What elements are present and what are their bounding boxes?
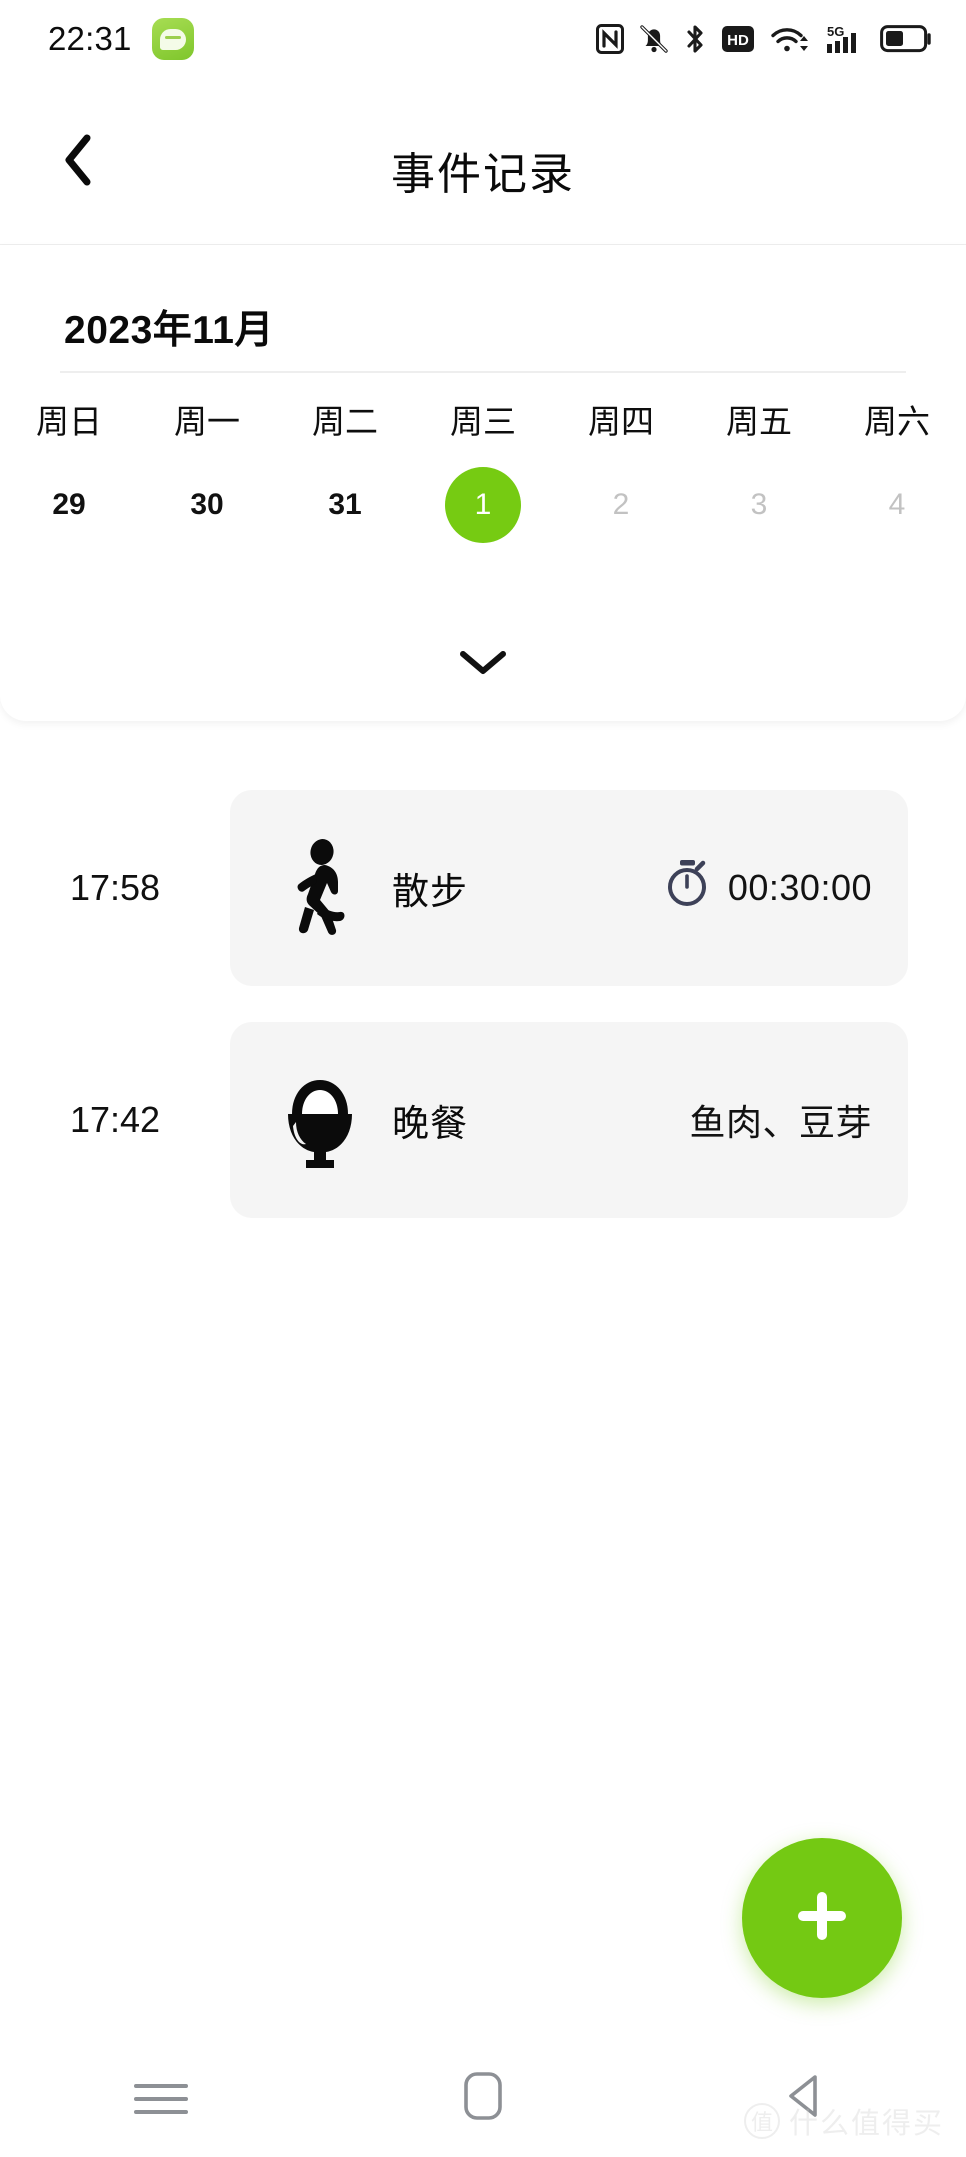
event-card[interactable]: 晚餐 鱼肉、豆芽 xyxy=(230,1022,908,1218)
event-name: 散步 xyxy=(392,871,468,912)
recents-icon xyxy=(134,2075,188,2123)
event-list-item: 17:58 散步 00:30:00 xyxy=(0,790,966,986)
calendar-card: 2023年11月 周日 周一 周二 周三 周四 周五 周六 29 30 31 1… xyxy=(0,245,966,721)
home-button[interactable] xyxy=(322,2068,644,2129)
chevron-down-icon xyxy=(455,645,511,684)
system-navigation-bar xyxy=(0,2040,966,2157)
calendar-day-selected[interactable]: 1 xyxy=(445,467,521,543)
calendar-day[interactable]: 2 xyxy=(583,467,659,543)
calendar-day[interactable]: 4 xyxy=(859,467,935,543)
calendar-day-cell[interactable]: 2 xyxy=(552,457,690,553)
event-name: 晚餐 xyxy=(392,1103,468,1144)
calendar-day-cell[interactable]: 3 xyxy=(690,457,828,553)
status-bar: 22:31 HD 5G xyxy=(0,0,966,78)
event-time: 17:58 xyxy=(69,867,161,908)
app-bar: 事件记录 xyxy=(0,78,966,245)
food-bowl-icon xyxy=(274,1070,366,1170)
event-meta: 鱼肉、豆芽 xyxy=(468,1094,872,1146)
weekday-header: 周二 xyxy=(312,403,378,440)
home-icon xyxy=(460,2068,506,2129)
calendar-day-cell[interactable]: 29 xyxy=(0,457,138,553)
status-bar-right: HD 5G xyxy=(596,23,932,55)
calendar-day[interactable]: 3 xyxy=(721,467,797,543)
calendar-divider xyxy=(60,371,906,373)
add-event-button[interactable] xyxy=(742,1838,902,1998)
signal-5g-icon: 5G xyxy=(825,23,865,55)
stopwatch-icon xyxy=(664,858,710,919)
bluetooth-icon xyxy=(684,23,706,55)
recents-button[interactable] xyxy=(0,2075,322,2123)
hd-icon: HD xyxy=(721,25,755,53)
back-triangle-icon xyxy=(781,2069,829,2128)
event-detail: 鱼肉、豆芽 xyxy=(689,1102,872,1143)
event-list: 17:58 散步 00:30:00 17:42 晚餐 鱼肉、豆芽 xyxy=(0,790,966,1254)
message-bubble-icon xyxy=(151,18,194,60)
status-bar-clock: 22:31 xyxy=(48,20,132,57)
calendar-day-cell[interactable]: 1 xyxy=(414,457,552,553)
calendar-day[interactable]: 31 xyxy=(307,467,383,543)
status-bar-left: 22:31 xyxy=(48,18,194,60)
back-button-nav[interactable] xyxy=(644,2069,966,2128)
calendar-day-cell[interactable]: 4 xyxy=(828,457,966,553)
plus-icon xyxy=(788,1882,856,1955)
calendar-expand-button[interactable] xyxy=(0,645,966,684)
weekday-header: 周日 xyxy=(36,403,102,440)
calendar-month-label: 2023年11月 xyxy=(64,309,274,352)
nfc-icon xyxy=(596,24,624,54)
weekday-header: 周一 xyxy=(174,403,240,440)
calendar-day-cell[interactable]: 30 xyxy=(138,457,276,553)
calendar-weekday-row: 周日 周一 周二 周三 周四 周五 周六 29 30 31 1 2 3 4 xyxy=(0,395,966,553)
battery-icon xyxy=(880,25,932,53)
running-person-icon xyxy=(274,838,366,938)
weekday-header: 周五 xyxy=(726,403,792,440)
page-title: 事件记录 xyxy=(391,149,575,199)
wifi-icon xyxy=(770,23,810,55)
weekday-header: 周六 xyxy=(864,403,930,440)
event-meta: 00:30:00 xyxy=(468,858,872,919)
bell-muted-icon xyxy=(639,23,669,55)
calendar-day[interactable]: 29 xyxy=(31,467,107,543)
weekday-header: 周三 xyxy=(450,403,516,440)
calendar-day[interactable]: 30 xyxy=(169,467,245,543)
svg-text:HD: HD xyxy=(727,32,749,49)
event-list-item: 17:42 晚餐 鱼肉、豆芽 xyxy=(0,1022,966,1218)
event-time: 17:42 xyxy=(69,1099,161,1140)
weekday-header: 周四 xyxy=(588,403,654,440)
svg-text:5G: 5G xyxy=(827,24,844,39)
event-card[interactable]: 散步 00:30:00 xyxy=(230,790,908,986)
calendar-day-cell[interactable]: 31 xyxy=(276,457,414,553)
event-duration: 00:30:00 xyxy=(727,867,872,908)
